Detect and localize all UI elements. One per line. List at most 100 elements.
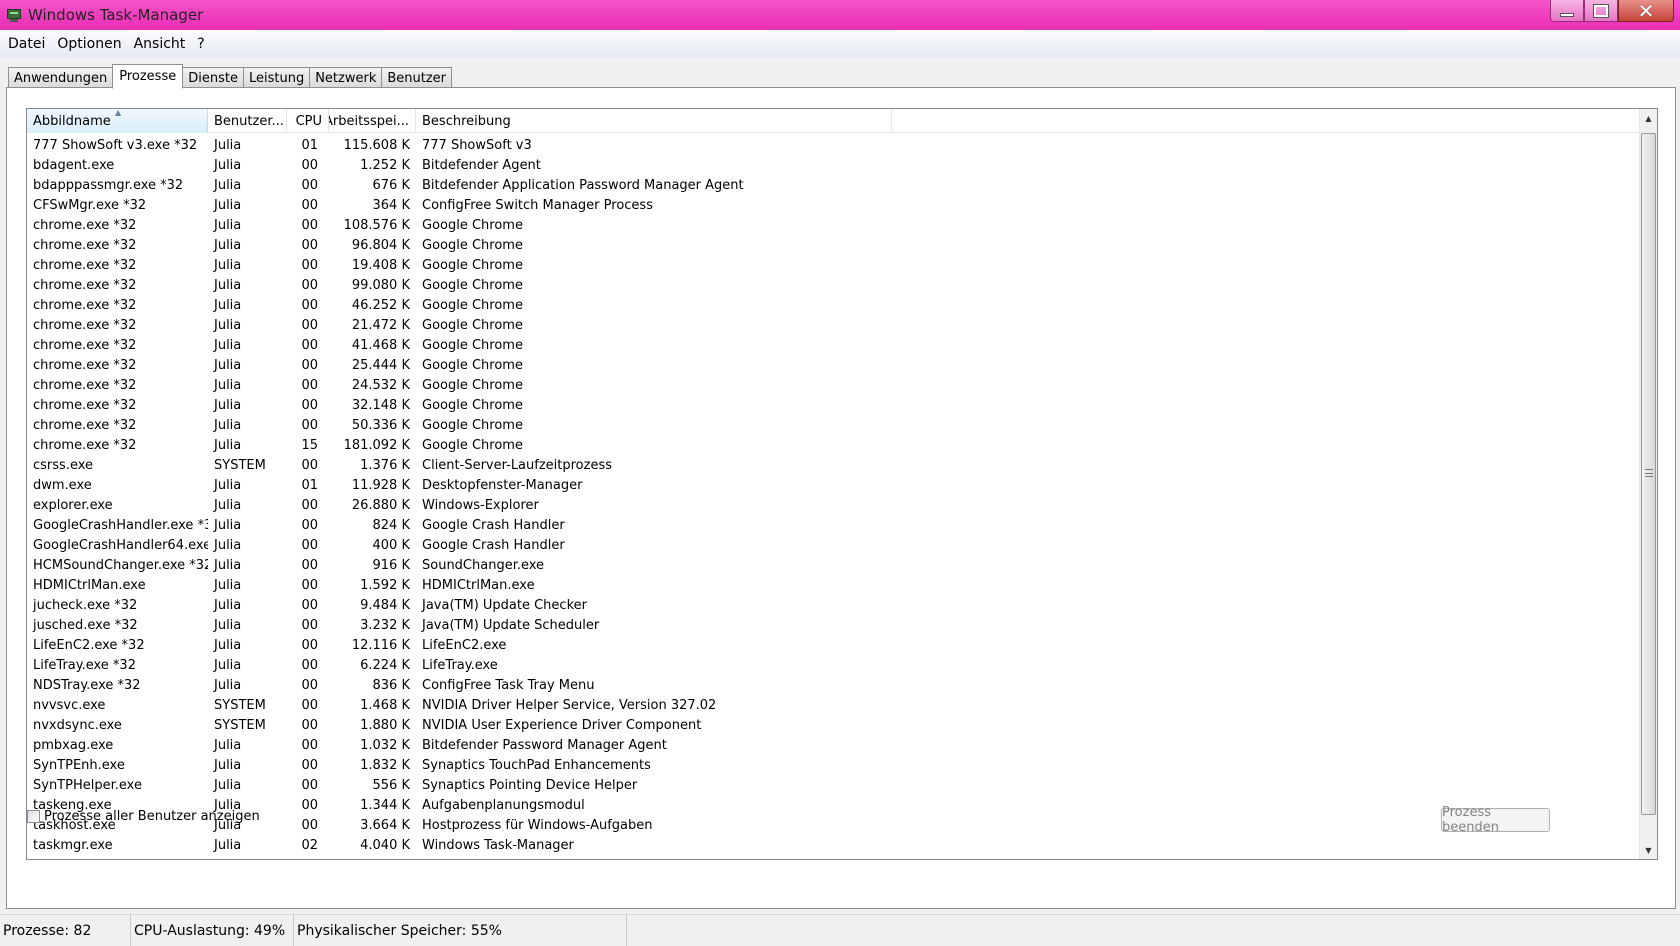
close-button[interactable]: ✕: [1618, 0, 1674, 23]
table-row[interactable]: LifeEnC2.exe *32 Julia 00 12.116 K LifeEnC2.…: [27, 635, 1641, 655]
table-row[interactable]: HCMSoundChanger.exe *32 Julia 00 916 K Sound…: [27, 555, 1641, 575]
cell-description: Google Chrome: [422, 417, 523, 433]
cell-user: Julia: [214, 157, 242, 173]
show-all-users-checkbox[interactable]: [27, 810, 40, 823]
cell-cpu: 00: [301, 597, 318, 613]
scroll-down-icon[interactable]: ▼: [1640, 841, 1657, 859]
cell-cpu: 00: [301, 357, 318, 373]
cell-image-name: chrome.exe *32: [33, 217, 137, 233]
column-header-user[interactable]: Benutzer...: [208, 109, 287, 133]
cell-cpu: 00: [301, 177, 318, 193]
table-row[interactable]: bdagent.exe Julia 00 1.252 K Bitdefender Age…: [27, 155, 1641, 175]
table-row[interactable]: chrome.exe *32 Julia 00 41.468 K Google Chro…: [27, 335, 1641, 355]
tab-prozesse[interactable]: Prozesse: [112, 64, 184, 89]
cell-memory: 24.532 K: [351, 377, 410, 393]
cell-cpu: 00: [301, 757, 318, 773]
minimize-icon: [1560, 12, 1574, 17]
table-row[interactable]: NDSTray.exe *32 Julia 00 836 K ConfigFree Ta…: [27, 675, 1641, 695]
column-header-memory[interactable]: Arbeitsspei...: [329, 109, 416, 133]
maximize-button[interactable]: [1584, 0, 1618, 22]
table-row[interactable]: chrome.exe *32 Julia 00 21.472 K Google Chro…: [27, 315, 1641, 335]
end-process-button[interactable]: Prozess beenden: [1441, 805, 1550, 835]
cell-description: Synaptics TouchPad Enhancements: [422, 757, 651, 773]
cell-image-name: chrome.exe *32: [33, 237, 137, 253]
cell-memory: 3.232 K: [360, 617, 410, 633]
menu-help[interactable]: ?: [191, 36, 210, 52]
table-row[interactable]: jucheck.exe *32 Julia 00 9.484 K Java(TM) Up…: [27, 595, 1641, 615]
cell-cpu: 00: [301, 337, 318, 353]
column-header-description[interactable]: Beschreibung: [416, 109, 892, 133]
column-header-image-name[interactable]: ▲ Abbildname: [27, 109, 208, 133]
table-row[interactable]: chrome.exe *32 Julia 15 181.092 K Google Chr…: [27, 435, 1641, 455]
table-row[interactable]: SynTPEnh.exe Julia 00 1.832 K Synaptics Touc…: [27, 755, 1641, 775]
table-row[interactable]: csrss.exe SYSTEM 00 1.376 K Client-Server-La…: [27, 455, 1641, 475]
table-row[interactable]: SynTPHelper.exe Julia 00 556 K Synaptics Poi…: [27, 775, 1641, 795]
cell-cpu: 00: [301, 417, 318, 433]
scrollbar-thumb[interactable]: [1641, 133, 1656, 815]
table-row[interactable]: bdapppassmgr.exe *32 Julia 00 676 K Bitdefen…: [27, 175, 1641, 195]
scroll-up-icon[interactable]: ▲: [1640, 109, 1657, 127]
column-header-cpu[interactable]: CPU: [287, 109, 329, 133]
table-row[interactable]: chrome.exe *32 Julia 00 96.804 K Google Chro…: [27, 235, 1641, 255]
table-row[interactable]: chrome.exe *32 Julia 00 108.576 K Google Chr…: [27, 215, 1641, 235]
menu-bar: Datei Optionen Ansicht ?: [0, 30, 1680, 58]
cell-description: Google Crash Handler: [422, 537, 565, 553]
table-row[interactable]: nvvsvc.exe SYSTEM 00 1.468 K NVIDIA Driver H…: [27, 695, 1641, 715]
tab-netzwerk[interactable]: Netzwerk: [309, 67, 383, 88]
title-bar[interactable]: Windows Task-Manager ✕: [0, 0, 1680, 30]
cell-cpu: 00: [301, 797, 318, 813]
cell-image-name: chrome.exe *32: [33, 257, 137, 273]
table-row[interactable]: chrome.exe *32 Julia 00 46.252 K Google Chro…: [27, 295, 1641, 315]
tab-benutzer[interactable]: Benutzer: [381, 67, 453, 88]
table-row[interactable]: GoogleCrashHandler.exe *32 Julia 00 824 K Go…: [27, 515, 1641, 535]
cell-cpu: 00: [301, 657, 318, 673]
cell-memory: 916 K: [372, 557, 410, 573]
cell-memory: 6.224 K: [360, 657, 410, 673]
cell-user: Julia: [214, 517, 242, 533]
cell-image-name: dwm.exe: [33, 477, 92, 493]
cell-description: Google Chrome: [422, 357, 523, 373]
menu-datei[interactable]: Datei: [2, 36, 51, 52]
cell-description: Windows Task-Manager: [422, 837, 574, 853]
tab-leistung[interactable]: Leistung: [242, 67, 311, 88]
table-row[interactable]: taskeng.exe Julia 00 1.344 K Aufgabenplanung…: [27, 795, 1641, 815]
process-list[interactable]: ▲ Abbildname Benutzer... CPU Arbeitsspei…: [26, 108, 1658, 860]
table-row[interactable]: taskmgr.exe Julia 02 4.040 K Windows Task-Ma…: [27, 835, 1641, 855]
table-row[interactable]: dwm.exe Julia 01 11.928 K Desktopfenster-Man…: [27, 475, 1641, 495]
show-all-users-option[interactable]: Prozesse aller Benutzer anzeigen: [27, 809, 260, 824]
table-row[interactable]: chrome.exe *32 Julia 00 32.148 K Google Chro…: [27, 395, 1641, 415]
table-row[interactable]: 777 ShowSoft v3.exe *32 Julia 01 115.608 K 7…: [27, 135, 1641, 155]
vertical-scrollbar[interactable]: ▲ ▼: [1639, 109, 1657, 859]
tab-anwendungen[interactable]: Anwendungen: [8, 67, 114, 88]
menu-optionen[interactable]: Optionen: [51, 36, 127, 52]
tab-dienste[interactable]: Dienste: [182, 67, 244, 88]
cell-image-name: HCMSoundChanger.exe *32: [33, 557, 208, 573]
cell-user: Julia: [214, 217, 242, 233]
cell-memory: 364 K: [372, 197, 410, 213]
cell-user: Julia: [214, 377, 242, 393]
table-row[interactable]: chrome.exe *32 Julia 00 50.336 K Google Chro…: [27, 415, 1641, 435]
menu-ansicht[interactable]: Ansicht: [128, 36, 192, 52]
table-row[interactable]: chrome.exe *32 Julia 00 99.080 K Google Chro…: [27, 275, 1641, 295]
table-row[interactable]: jusched.exe *32 Julia 00 3.232 K Java(TM) Up…: [27, 615, 1641, 635]
cell-memory: 1.376 K: [360, 457, 410, 473]
cell-memory: 3.664 K: [360, 817, 410, 833]
table-row[interactable]: GoogleCrashHandler64.exe Julia 00 400 K Goog…: [27, 535, 1641, 555]
minimize-button[interactable]: [1550, 0, 1584, 22]
cell-description: Google Chrome: [422, 217, 523, 233]
table-row[interactable]: pmbxag.exe Julia 00 1.032 K Bitdefender Pass…: [27, 735, 1641, 755]
table-row[interactable]: chrome.exe *32 Julia 00 24.532 K Google Chro…: [27, 375, 1641, 395]
table-row[interactable]: CFSwMgr.exe *32 Julia 00 364 K ConfigFree Sw…: [27, 195, 1641, 215]
cell-image-name: chrome.exe *32: [33, 277, 137, 293]
cell-user: SYSTEM: [214, 457, 266, 473]
table-row[interactable]: nvxdsync.exe SYSTEM 00 1.880 K NVIDIA User E…: [27, 715, 1641, 735]
cell-user: Julia: [214, 837, 242, 853]
table-row[interactable]: LifeTray.exe *32 Julia 00 6.224 K LifeTray.e…: [27, 655, 1641, 675]
table-row[interactable]: chrome.exe *32 Julia 00 25.444 K Google Chro…: [27, 355, 1641, 375]
table-row[interactable]: chrome.exe *32 Julia 00 19.408 K Google Chro…: [27, 255, 1641, 275]
table-row[interactable]: HDMICtrlMan.exe Julia 00 1.592 K HDMICtrlMan…: [27, 575, 1641, 595]
cell-cpu: 00: [301, 817, 318, 833]
table-row[interactable]: explorer.exe Julia 00 26.880 K Windows-Explo…: [27, 495, 1641, 515]
table-row[interactable]: taskhost.exe Julia 00 3.664 K Hostprozess fü…: [27, 815, 1641, 835]
cell-cpu: 15: [301, 437, 318, 453]
